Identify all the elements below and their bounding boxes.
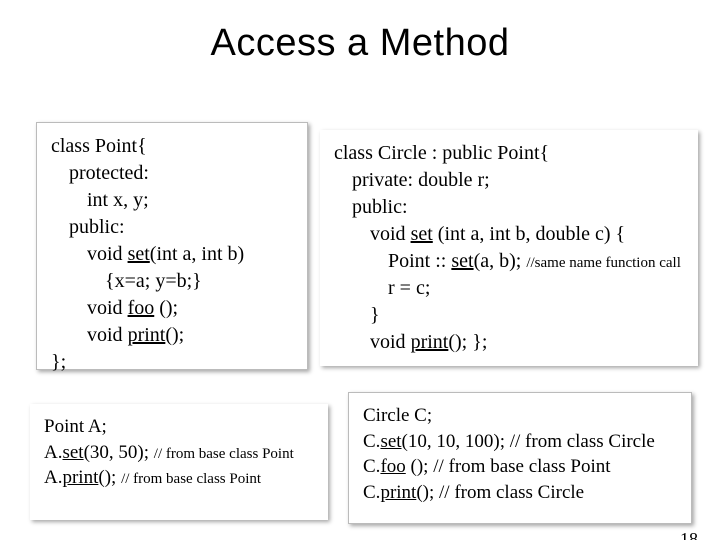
code-box-usage-c: Circle C; C.set(10, 10, 100); // from cl… <box>348 392 692 524</box>
code-line: private: double r; <box>352 167 684 194</box>
code-text: set <box>451 250 473 272</box>
code-text: C. <box>363 456 380 477</box>
code-comment: // from base class Point <box>154 446 294 462</box>
code-text: print <box>62 467 98 488</box>
code-text: (); <box>98 467 121 488</box>
code-text: C. <box>363 431 380 452</box>
code-text: set <box>62 442 83 463</box>
code-text: print <box>128 324 166 346</box>
code-box-usage-a: Point A; A.set(30, 50); // from base cla… <box>30 404 328 520</box>
code-text: (int a, int b) <box>150 243 244 265</box>
code-line: A.set(30, 50); // from base class Point <box>44 440 314 466</box>
code-text: void <box>370 331 411 353</box>
code-text: (); <box>154 297 178 319</box>
code-text: set <box>128 243 150 265</box>
code-line: void print(); <box>87 322 293 349</box>
code-text: (); <box>165 324 184 346</box>
code-text: print <box>380 482 416 503</box>
code-line: int x, y; <box>87 187 293 214</box>
code-line: class Point{ <box>51 133 293 160</box>
code-line: void print(); }; <box>370 329 684 356</box>
code-line: } <box>370 302 684 329</box>
code-text: foo <box>380 456 405 477</box>
code-line: protected: <box>69 160 293 187</box>
code-text: set <box>380 431 401 452</box>
code-line: void foo (); <box>87 295 293 322</box>
code-line: public: <box>69 214 293 241</box>
code-line: Circle C; <box>363 403 677 429</box>
code-line: r = c; <box>388 275 684 302</box>
code-text: (a, b); <box>474 250 527 272</box>
code-line: }; <box>51 349 293 376</box>
code-text: void <box>87 243 128 265</box>
code-line: public: <box>352 194 684 221</box>
slide: Access a Method class Point{ protected: … <box>0 22 720 540</box>
code-text: (); }; <box>448 331 487 353</box>
code-text: (int a, int b, double c) { <box>433 223 625 245</box>
code-text: foo <box>128 297 155 319</box>
code-text: void <box>87 297 128 319</box>
page-number: 18 <box>680 529 698 540</box>
code-line: C.set(10, 10, 100); // from class Circle <box>363 429 677 455</box>
code-text: set <box>411 223 433 245</box>
code-text: Point :: <box>388 250 451 272</box>
code-box-point: class Point{ protected: int x, y; public… <box>36 122 308 370</box>
code-line: Point A; <box>44 414 314 440</box>
code-text: A. <box>44 442 62 463</box>
code-box-circle: class Circle : public Point{ private: do… <box>320 130 698 366</box>
code-text: (); // from class Circle <box>416 482 584 503</box>
code-line: A.print(); // from base class Point <box>44 465 314 491</box>
code-text: void <box>370 223 411 245</box>
code-line: Point :: set(a, b); //same name function… <box>388 248 684 275</box>
code-text: void <box>87 324 128 346</box>
code-text: (); // from base class Point <box>406 456 611 477</box>
code-comment: // from base class Point <box>121 471 261 487</box>
code-line: C.foo (); // from base class Point <box>363 454 677 480</box>
code-text: A. <box>44 467 62 488</box>
code-comment: //same name function call <box>526 255 681 271</box>
code-line: void set (int a, int b, double c) { <box>370 221 684 248</box>
code-line: C.print(); // from class Circle <box>363 480 677 506</box>
slide-title: Access a Method <box>0 22 720 65</box>
code-text: (30, 50); <box>84 442 154 463</box>
code-line: {x=a; y=b;} <box>105 268 293 295</box>
code-text: C. <box>363 482 380 503</box>
code-line: void set(int a, int b) <box>87 241 293 268</box>
code-text: (10, 10, 100); // from class Circle <box>402 431 655 452</box>
code-line: class Circle : public Point{ <box>334 140 684 167</box>
code-text: print <box>411 331 449 353</box>
